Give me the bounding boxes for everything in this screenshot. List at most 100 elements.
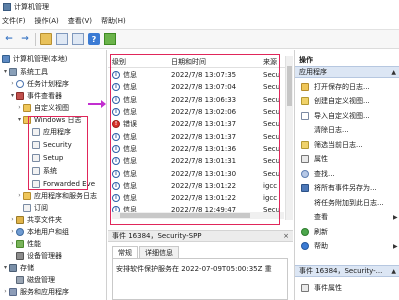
- menu-bar: 文件(F) 操作(A) 查看(V) 帮助(H): [0, 14, 399, 28]
- menu-help[interactable]: 帮助(H): [101, 16, 126, 26]
- collapse-icon[interactable]: ▾: [2, 68, 9, 75]
- action-item[interactable]: 清除日志...: [301, 125, 349, 136]
- events-highlight-box: [110, 54, 280, 225]
- blank-icon: [301, 199, 309, 207]
- collapse-up-icon[interactable]: ▲: [391, 69, 396, 76]
- actions-section-label: 事件 16384，Security-...: [299, 267, 383, 275]
- action-item[interactable]: 创建自定义视图...: [301, 96, 370, 107]
- menu-action[interactable]: 操作(A): [35, 16, 59, 26]
- action-label: 将任务附加到此日志...: [314, 198, 384, 207]
- submenu-arrow-icon: ▶: [393, 242, 398, 250]
- action-item[interactable]: 打开保存的日志...: [301, 81, 370, 92]
- title-bar: 计算机管理: [0, 0, 399, 14]
- tree-custom-views-label: 自定义视图: [34, 103, 69, 112]
- expand-icon[interactable]: ›: [2, 288, 9, 295]
- action-item[interactable]: 帮助 ▶: [301, 241, 398, 252]
- blank-icon: [301, 213, 309, 221]
- storage-icon: [9, 263, 17, 272]
- action-item[interactable]: 将所有事件另存为...: [301, 183, 377, 194]
- tree-local-users[interactable]: › 本地用户和组: [9, 226, 69, 237]
- expand-icon[interactable]: ›: [9, 216, 16, 223]
- action-label: 创建自定义视图...: [314, 97, 370, 105]
- properties-icon: [301, 155, 309, 163]
- tree-apps-services-logs-label: 应用程序和服务日志: [34, 191, 97, 200]
- collapse-icon[interactable]: ▾: [16, 116, 23, 123]
- expand-icon[interactable]: ›: [9, 228, 16, 235]
- window-title: 计算机管理: [14, 3, 49, 11]
- help-icon: [301, 242, 309, 250]
- tree-event-viewer[interactable]: ▾ 事件查看器: [9, 90, 62, 101]
- menu-view[interactable]: 查看(V): [68, 16, 92, 26]
- disk-icon: [16, 275, 24, 284]
- expand-icon[interactable]: ›: [9, 80, 16, 87]
- menu-file[interactable]: 文件(F): [2, 16, 26, 26]
- tree-event-viewer-label: 事件查看器: [27, 91, 62, 100]
- action-label: 筛选当前日志...: [314, 140, 363, 149]
- action-event-properties[interactable]: 事件属性: [301, 282, 342, 293]
- tree-disk-management-label: 磁盘管理: [27, 275, 55, 284]
- properties-icon[interactable]: [72, 33, 84, 45]
- subscription-icon: [23, 203, 31, 212]
- tree-apps-services-logs[interactable]: › 应用程序和服务日志: [16, 190, 97, 201]
- tree-device-manager[interactable]: 设备管理器: [16, 250, 62, 261]
- help-icon[interactable]: ?: [88, 33, 100, 45]
- tree-performance-label: 性能: [27, 239, 41, 248]
- tree-services-apps[interactable]: › 服务和应用程序: [2, 286, 69, 297]
- collapse-icon[interactable]: ▾: [9, 92, 16, 99]
- action-item[interactable]: 筛选当前日志...: [301, 139, 363, 150]
- expand-icon[interactable]: ›: [16, 192, 23, 199]
- action-item[interactable]: 导入自定义视图...: [301, 110, 370, 121]
- actions-section-application[interactable]: 应用程序 ▲: [295, 66, 399, 78]
- computer-management-icon: [3, 3, 11, 11]
- open-log-icon: [301, 82, 309, 91]
- collapse-up-icon[interactable]: ▲: [391, 268, 396, 275]
- filter-icon: [301, 140, 309, 149]
- expand-icon[interactable]: ›: [9, 240, 16, 247]
- tree-performance[interactable]: › 性能: [9, 238, 41, 249]
- folder-icon: [23, 191, 31, 200]
- toolbar: ← → ?: [0, 29, 399, 49]
- import-view-icon: [301, 111, 309, 120]
- folder-icon: [23, 103, 31, 112]
- expand-icon[interactable]: ›: [16, 104, 23, 111]
- tab-details[interactable]: 详细信息: [139, 246, 179, 258]
- submenu-arrow-icon: ▶: [393, 213, 398, 221]
- tree-storage-label: 存储: [20, 263, 34, 272]
- collapse-icon[interactable]: ▾: [2, 264, 9, 271]
- tree-root[interactable]: 计算机管理(本地): [2, 53, 67, 64]
- tree-root-label: 计算机管理(本地): [13, 54, 68, 63]
- show-hide-tree-icon[interactable]: [56, 33, 68, 45]
- action-item[interactable]: 查看 ▶: [301, 212, 398, 223]
- action-label: 查找...: [314, 169, 335, 178]
- back-icon[interactable]: ←: [3, 33, 15, 45]
- export-list-icon[interactable]: [104, 33, 116, 45]
- action-label: 事件属性: [314, 283, 342, 292]
- tree-system-tools-label: 系统工具: [20, 67, 48, 76]
- tree-storage[interactable]: ▾ 存储: [2, 262, 34, 273]
- detail-tabs: 常规 详细信息: [112, 246, 180, 258]
- actions-section-label: 应用程序: [299, 68, 327, 76]
- clock-icon: [16, 79, 24, 88]
- vertical-scrollbar[interactable]: [285, 56, 293, 220]
- event-detail-header: 事件 16384，Security-SPP ×: [108, 230, 293, 242]
- forward-icon[interactable]: →: [19, 33, 31, 45]
- folder-up-icon[interactable]: [40, 33, 52, 45]
- tree-shared-folders[interactable]: › 共享文件夹: [9, 214, 62, 225]
- scroll-thumb[interactable]: [287, 66, 292, 106]
- tree-task-scheduler[interactable]: › 任务计划程序: [9, 78, 69, 89]
- close-icon[interactable]: ×: [283, 232, 289, 240]
- tree-disk-management[interactable]: 磁盘管理: [16, 274, 55, 285]
- tree-custom-views[interactable]: › 自定义视图: [16, 102, 69, 113]
- action-label: 清除日志...: [314, 126, 349, 134]
- action-item[interactable]: 属性: [301, 154, 328, 165]
- actions-section-event[interactable]: 事件 16384，Security-... ▲: [295, 265, 399, 277]
- event-properties-icon: [301, 283, 309, 292]
- tree-system-tools[interactable]: ▾ 系统工具: [2, 66, 48, 77]
- tab-general[interactable]: 常规: [112, 246, 138, 258]
- action-item[interactable]: 将任务附加到此日志...: [301, 197, 384, 208]
- tree-shared-folders-label: 共享文件夹: [27, 215, 62, 224]
- action-item[interactable]: 查找...: [301, 168, 335, 179]
- users-icon: [16, 227, 24, 236]
- action-item[interactable]: 刷新: [301, 226, 328, 237]
- tree-subscriptions[interactable]: 订阅: [23, 202, 48, 213]
